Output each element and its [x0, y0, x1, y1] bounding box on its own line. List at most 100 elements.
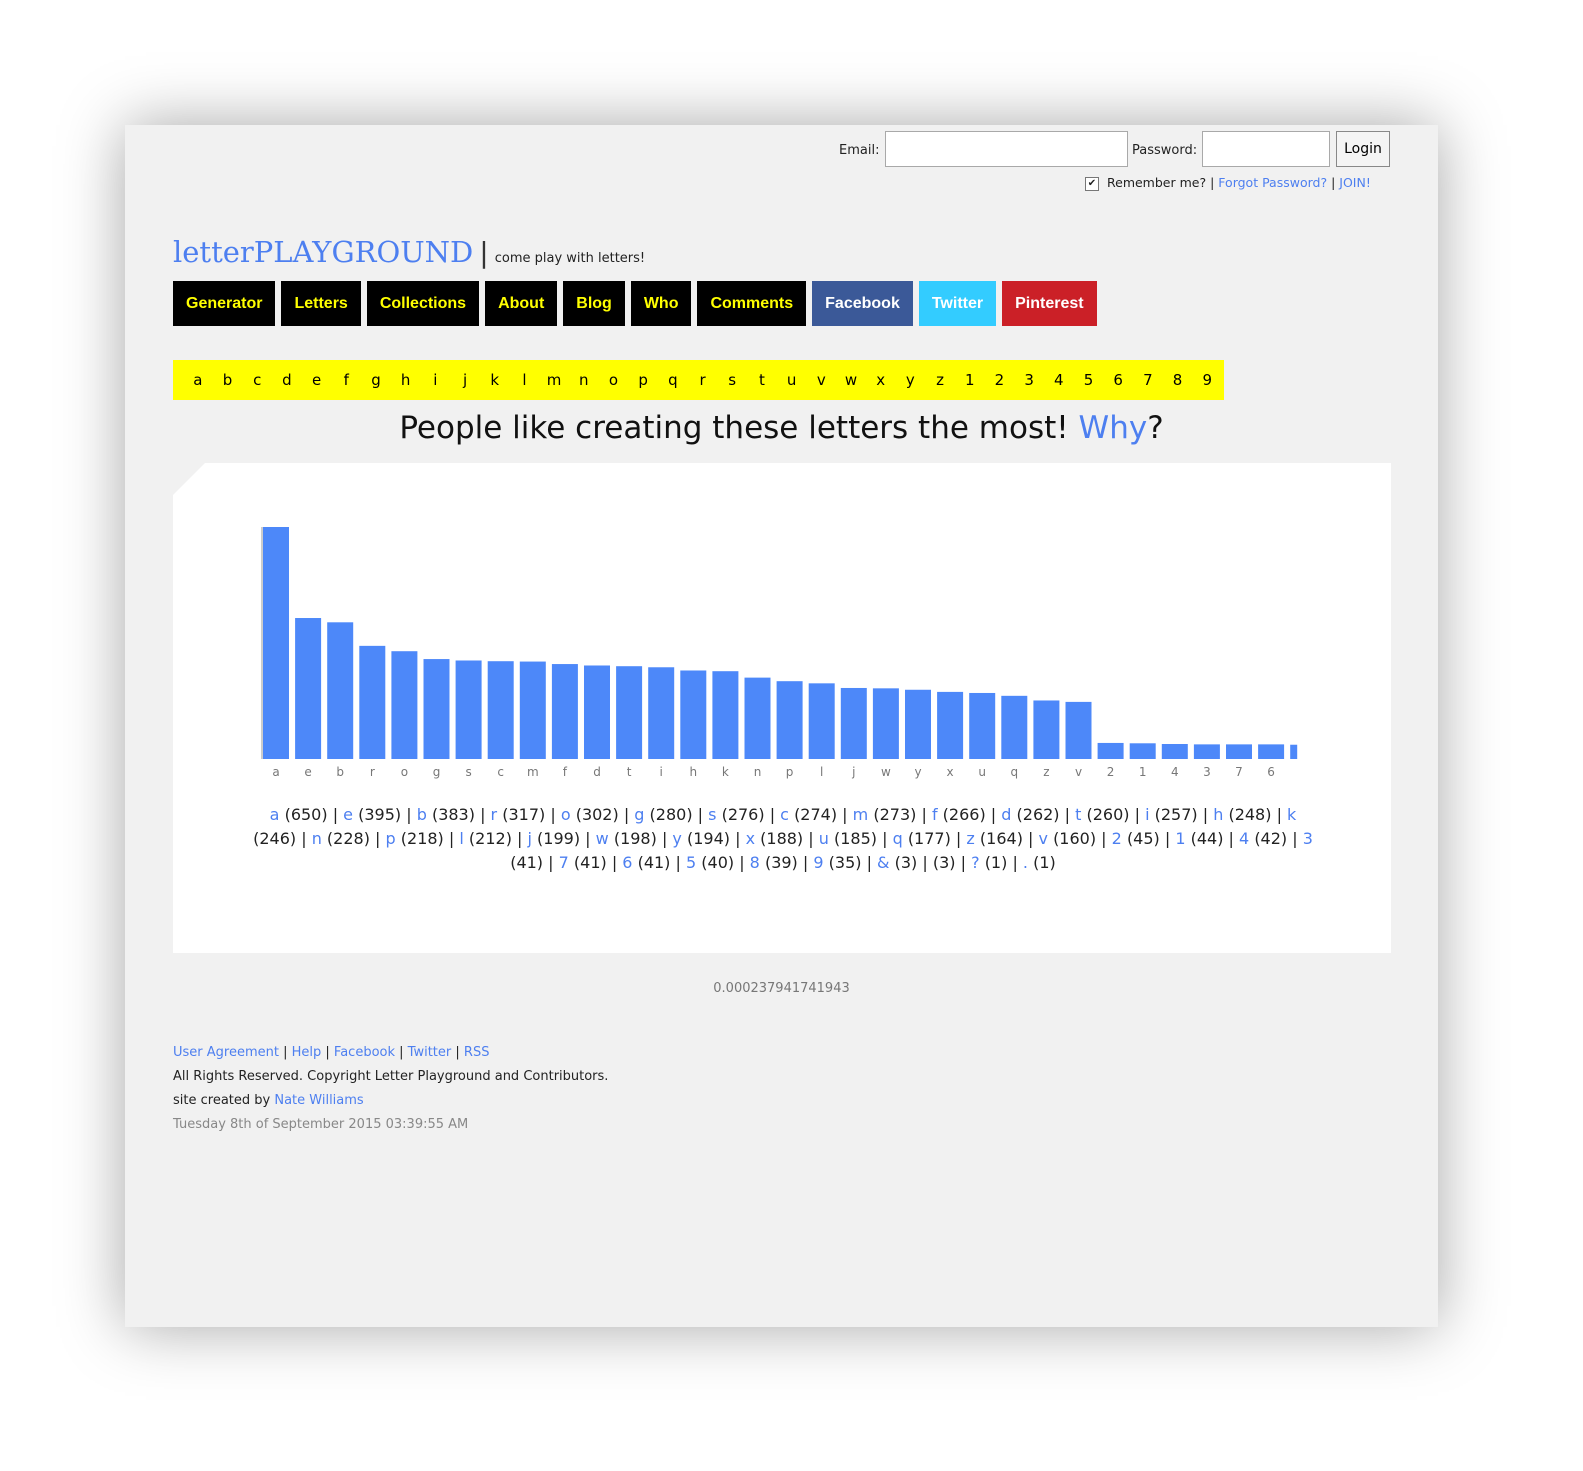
nav-blog-button[interactable]: Blog [563, 281, 625, 326]
site-logo[interactable]: letterPLAYGROUND [173, 235, 473, 269]
footer-link-help[interactable]: Help [292, 1045, 322, 1060]
count-letter-link[interactable]: 4 [1239, 829, 1249, 848]
count-letter-link[interactable]: ? [971, 853, 980, 872]
alphabet-link-r[interactable]: r [688, 371, 718, 389]
footer-link-user-agreement[interactable]: User Agreement [173, 1045, 279, 1060]
nav-facebook-button[interactable]: Facebook [812, 281, 913, 326]
join-link[interactable]: JOIN! [1339, 175, 1371, 190]
count-letter-link[interactable]: z [966, 829, 974, 848]
count-letter-link[interactable]: 5 [686, 853, 696, 872]
alphabet-link-e[interactable]: e [302, 371, 332, 389]
count-letter-link[interactable]: v [1039, 829, 1048, 848]
count-letter-link[interactable]: t [1075, 805, 1081, 824]
nav-pinterest-button[interactable]: Pinterest [1002, 281, 1097, 326]
count-letter-link[interactable]: b [417, 805, 427, 824]
email-input[interactable] [885, 131, 1128, 167]
count-letter-link[interactable]: 7 [559, 853, 569, 872]
author-link[interactable]: Nate Williams [274, 1093, 363, 1108]
count-letter-link[interactable]: i [1145, 805, 1149, 824]
nav-generator-button[interactable]: Generator [173, 281, 276, 326]
count-letter-link[interactable]: 2 [1112, 829, 1122, 848]
alphabet-link-f[interactable]: f [331, 371, 361, 389]
footer-link-rss[interactable]: RSS [464, 1045, 490, 1060]
count-letter-link[interactable]: & [877, 853, 889, 872]
count-letter-link[interactable]: a [270, 805, 280, 824]
alphabet-link-d[interactable]: d [272, 371, 302, 389]
alphabet-link-l[interactable]: l [510, 371, 540, 389]
alphabet-link-t[interactable]: t [747, 371, 777, 389]
alphabet-link-i[interactable]: i [421, 371, 451, 389]
alphabet-link-6[interactable]: 6 [1103, 371, 1133, 389]
footer-link-facebook[interactable]: Facebook [334, 1045, 395, 1060]
alphabet-link-4[interactable]: 4 [1044, 371, 1074, 389]
count-letter-link[interactable]: w [596, 829, 609, 848]
alphabet-link-z[interactable]: z [925, 371, 955, 389]
alphabet-link-p[interactable]: p [628, 371, 658, 389]
alphabet-link-v[interactable]: v [806, 371, 836, 389]
count-letter-link[interactable]: f [932, 805, 938, 824]
count-letter-link[interactable]: 9 [813, 853, 823, 872]
count-letter-link[interactable]: j [528, 829, 532, 848]
alphabet-link-7[interactable]: 7 [1133, 371, 1163, 389]
login-button[interactable]: Login [1336, 131, 1390, 167]
count-letter-link[interactable]: l [459, 829, 463, 848]
why-link[interactable]: Why [1079, 410, 1148, 446]
count-letter-link[interactable]: u [819, 829, 829, 848]
count-letter-link[interactable]: s [708, 805, 716, 824]
alphabet-link-2[interactable]: 2 [985, 371, 1015, 389]
nav-letters-button[interactable]: Letters [281, 281, 361, 326]
count-letter-link[interactable]: r [491, 805, 498, 824]
nav-about-button[interactable]: About [485, 281, 558, 326]
alphabet-link-m[interactable]: m [539, 371, 569, 389]
alphabet-link-3[interactable]: 3 [1014, 371, 1044, 389]
nav-collections-button[interactable]: Collections [366, 281, 480, 326]
count-letter-link[interactable]: 8 [750, 853, 760, 872]
alphabet-link-b[interactable]: b [213, 371, 243, 389]
count-letter-link[interactable]: m [853, 805, 869, 824]
count-letter-link[interactable]: d [1001, 805, 1011, 824]
count-letter-link[interactable]: . [1023, 853, 1028, 872]
count-letter-link[interactable]: p [386, 829, 396, 848]
alphabet-link-n[interactable]: n [569, 371, 599, 389]
alphabet-link-9[interactable]: 9 [1192, 371, 1222, 389]
alphabet-link-y[interactable]: y [896, 371, 926, 389]
alphabet-link-1[interactable]: 1 [955, 371, 985, 389]
count-letter-link[interactable]: h [1213, 805, 1223, 824]
alphabet-link-8[interactable]: 8 [1163, 371, 1193, 389]
count-letter-link[interactable]: 3 [1303, 829, 1313, 848]
nav-who-button[interactable]: Who [630, 281, 692, 326]
alphabet-link-w[interactable]: w [836, 371, 866, 389]
alphabet-link-x[interactable]: x [866, 371, 896, 389]
count-letter-link[interactable]: c [780, 805, 789, 824]
nav-comments-button[interactable]: Comments [697, 281, 807, 326]
remember-checkbox[interactable]: ✔ [1085, 176, 1099, 191]
alphabet-link-s[interactable]: s [717, 371, 747, 389]
alphabet-link-c[interactable]: c [242, 371, 272, 389]
count-letter-link[interactable]: 1 [1175, 829, 1185, 848]
count-letter-link[interactable]: e [343, 805, 353, 824]
letter-counts: a (650) | e (395) | b (383) | r (317) | … [253, 803, 1313, 875]
alphabet-link-q[interactable]: q [658, 371, 688, 389]
count-separator: | [1271, 805, 1288, 824]
alphabet-link-k[interactable]: k [480, 371, 510, 389]
count-letter-link[interactable]: x [746, 829, 755, 848]
forgot-password-link[interactable]: Forgot Password? [1218, 175, 1327, 190]
count-letter-link[interactable]: 6 [622, 853, 632, 872]
alphabet-link-o[interactable]: o [599, 371, 629, 389]
alphabet-link-h[interactable]: h [391, 371, 421, 389]
count-letter-link[interactable]: n [312, 829, 322, 848]
alphabet-link-5[interactable]: 5 [1074, 371, 1104, 389]
count-letter-link[interactable]: g [634, 805, 644, 824]
count-letter-link[interactable]: y [672, 829, 681, 848]
headline-text: People like creating these letters the m… [399, 410, 1069, 446]
password-input[interactable] [1202, 131, 1330, 167]
alphabet-link-u[interactable]: u [777, 371, 807, 389]
nav-twitter-button[interactable]: Twitter [918, 281, 997, 326]
footer-link-twitter[interactable]: Twitter [408, 1045, 452, 1060]
alphabet-link-g[interactable]: g [361, 371, 391, 389]
count-letter-link[interactable]: q [893, 829, 903, 848]
alphabet-link-j[interactable]: j [450, 371, 480, 389]
count-letter-link[interactable]: o [561, 805, 571, 824]
alphabet-link-a[interactable]: a [183, 371, 213, 389]
count-letter-link[interactable]: k [1287, 805, 1296, 824]
